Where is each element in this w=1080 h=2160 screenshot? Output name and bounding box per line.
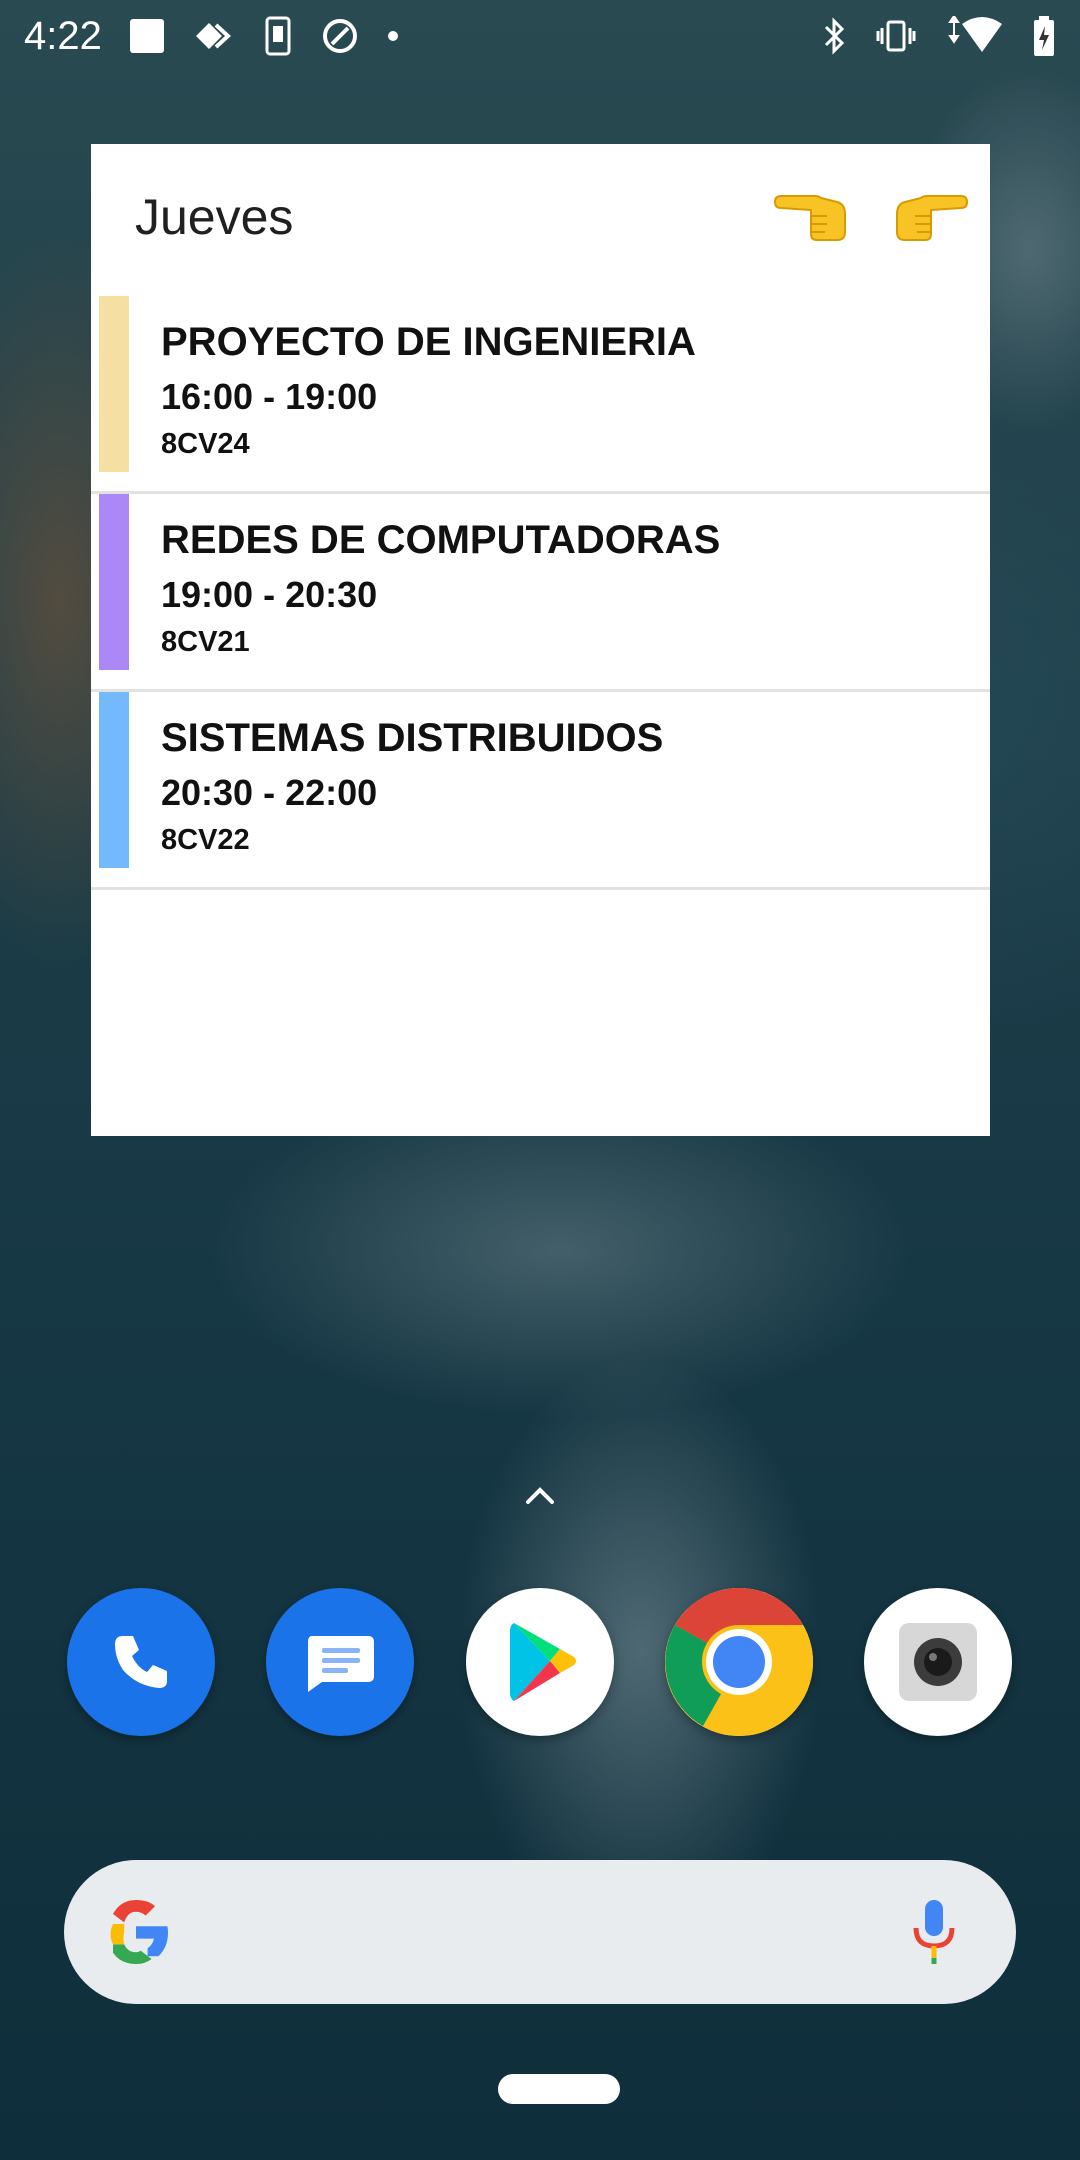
status-clock: 4:22 xyxy=(24,13,102,58)
notification-square-icon xyxy=(129,19,164,53)
event-color-bar xyxy=(99,494,129,670)
bluetooth-icon xyxy=(822,16,848,56)
chrome-app-button[interactable] xyxy=(665,1588,813,1736)
hand-pointing-left-icon xyxy=(773,195,846,241)
previous-day-button[interactable] xyxy=(771,180,851,254)
event-color-bar xyxy=(99,296,129,472)
status-left: 4:22 xyxy=(24,14,398,59)
play-store-app-button[interactable] xyxy=(466,1588,614,1736)
notification-diamond-icon xyxy=(192,19,236,53)
event-name: REDES DE COMPUTADORAS xyxy=(161,518,721,562)
notification-more-dot-icon xyxy=(387,31,398,41)
chrome-icon xyxy=(665,1588,813,1736)
notification-sync-icon xyxy=(320,16,360,56)
event-name: SISTEMAS DISTRIBUIDOS xyxy=(161,716,664,760)
camera-icon xyxy=(899,1623,977,1701)
app-dock xyxy=(0,1588,1080,1738)
next-day-button[interactable] xyxy=(891,180,971,254)
app-drawer-chevron-up-icon[interactable] xyxy=(520,1480,560,1510)
event-time: 19:00 - 20:30 xyxy=(161,574,378,615)
vibrate-icon xyxy=(876,16,916,56)
notification-device-icon xyxy=(264,16,292,56)
microphone-icon[interactable] xyxy=(910,1898,958,1966)
event-time: 20:30 - 22:00 xyxy=(161,772,378,813)
phone-icon xyxy=(115,1636,167,1688)
event-item[interactable]: REDES DE COMPUTADORAS 19:00 - 20:30 8CV2… xyxy=(91,494,990,692)
messages-icon xyxy=(308,1636,374,1692)
status-right xyxy=(822,16,1056,56)
event-item[interactable]: SISTEMAS DISTRIBUIDOS 20:30 - 22:00 8CV2… xyxy=(91,692,990,890)
hand-pointing-right-icon xyxy=(896,195,969,241)
event-name: PROYECTO DE INGENIERIA xyxy=(161,320,696,364)
schedule-widget: Jueves PROYECTO DE INGENIERIA 16:00 - 19… xyxy=(91,144,990,1136)
day-title: Jueves xyxy=(135,189,294,245)
event-group: 8CV21 xyxy=(161,626,250,658)
messages-app-button[interactable] xyxy=(266,1588,414,1736)
event-item[interactable]: PROYECTO DE INGENIERIA 16:00 - 19:00 8CV… xyxy=(91,296,990,494)
event-group: 8CV22 xyxy=(161,824,250,856)
play-store-icon xyxy=(510,1623,576,1701)
google-g-icon xyxy=(110,1900,168,1964)
event-group: 8CV24 xyxy=(161,428,250,460)
status-bar: 4:22 xyxy=(0,0,1080,72)
camera-app-button[interactable] xyxy=(864,1588,1012,1736)
home-gesture-pill[interactable] xyxy=(498,2074,620,2104)
google-search-bar[interactable] xyxy=(64,1860,1016,2004)
event-list: PROYECTO DE INGENIERIA 16:00 - 19:00 8CV… xyxy=(91,296,990,890)
event-time: 16:00 - 19:00 xyxy=(161,376,378,417)
widget-header: Jueves xyxy=(91,144,990,292)
wifi-icon xyxy=(944,16,1004,56)
phone-app-button[interactable] xyxy=(67,1588,215,1736)
battery-icon xyxy=(1032,16,1056,56)
event-color-bar xyxy=(99,692,129,868)
